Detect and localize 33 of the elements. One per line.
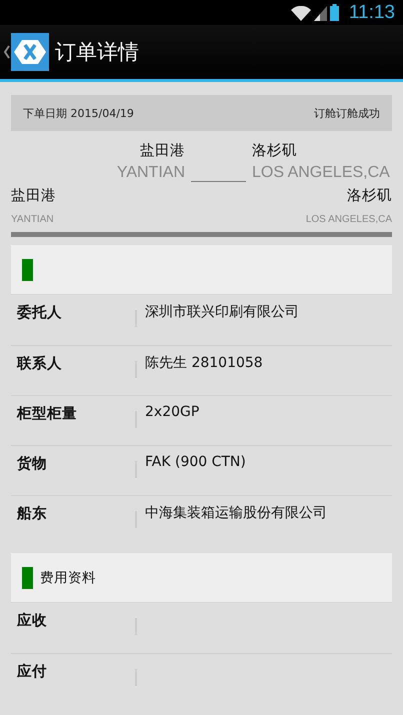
destination-port-english: LOS ANGELES,CA: [252, 164, 391, 182]
section-marker: [22, 258, 33, 280]
order-status: 订舱订舱成功: [314, 106, 380, 120]
field-label: 船东: [16, 504, 48, 523]
route-line: [191, 181, 246, 182]
field-label: 应收: [16, 611, 48, 630]
battery-icon: [330, 4, 339, 21]
origin-port: 盐田港: [140, 142, 185, 160]
wifi-icon: [290, 6, 311, 21]
field-value: 深圳市联兴印刷有限公司: [145, 303, 299, 321]
screen-title: 订单详情: [55, 39, 139, 66]
field-value: 陈先生 28101058: [145, 354, 263, 372]
field-label: 货物: [16, 454, 48, 473]
field-value: FAK (900 CTN): [145, 454, 246, 470]
order-date: 下单日期 2015/04/19: [23, 106, 134, 120]
destination-port-english: LOS ANGELES,CA: [306, 214, 392, 225]
field-value: 2x20GP: [145, 404, 200, 420]
origin-port-english: YANTIAN: [116, 164, 185, 182]
field-label: 应付: [16, 662, 48, 681]
origin-port-english: YANTIAN: [11, 214, 55, 225]
section-marker: [22, 566, 33, 588]
destination-port: 洛杉矶: [347, 187, 392, 205]
destination-port: 洛杉矶: [252, 142, 297, 160]
field-value: 中海集装箱运输股份有限公司: [145, 504, 327, 522]
section-title: 费用资料: [40, 568, 96, 586]
app-logo-icon: [11, 33, 49, 71]
field-label: 柜型柜量: [16, 405, 78, 423]
origin-port: 盐田港: [11, 187, 57, 205]
chevron-icon: [4, 45, 10, 59]
field-label: 委托人: [16, 304, 63, 322]
signal-icon: [314, 6, 327, 21]
status-time: 11:13: [348, 2, 395, 24]
field-label: 联系人: [16, 354, 63, 373]
